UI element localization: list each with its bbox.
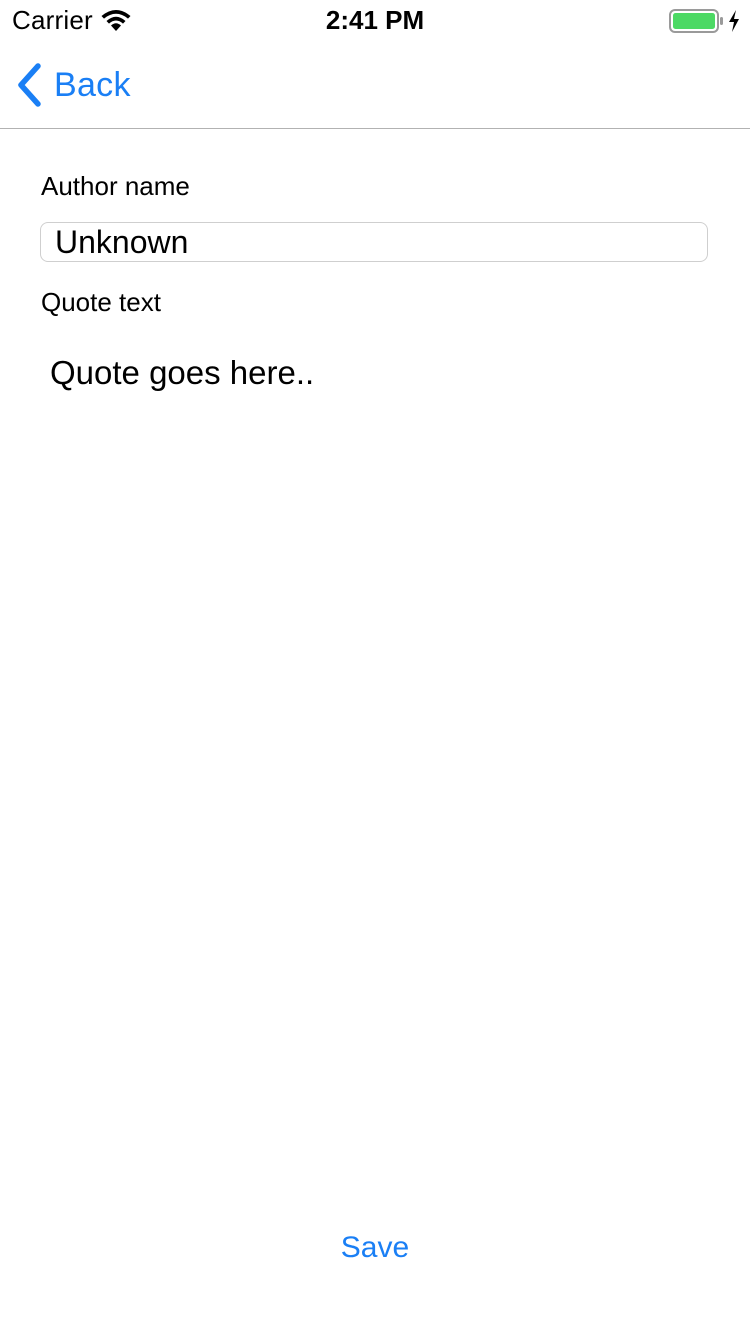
author-name-label: Author name <box>41 171 190 201</box>
save-button[interactable]: Save <box>315 1231 435 1265</box>
back-button[interactable]: Back <box>16 60 131 110</box>
quote-text-label: Quote text <box>41 287 161 317</box>
chevron-left-icon <box>18 63 41 107</box>
quote-text-area[interactable]: Quote goes here.. <box>40 346 710 1166</box>
status-bar: Carrier 2:41 PM <box>0 0 750 40</box>
navigation-bar: Back <box>0 40 750 129</box>
back-button-label: Back <box>54 65 131 104</box>
battery-icon <box>669 9 723 33</box>
status-time: 2:41 PM <box>325 5 425 35</box>
edit-quote-screen: Carrier 2:41 PM Back Author name Quote t… <box>0 0 750 1334</box>
author-name-input[interactable] <box>40 222 708 262</box>
bolt-icon <box>729 10 739 32</box>
